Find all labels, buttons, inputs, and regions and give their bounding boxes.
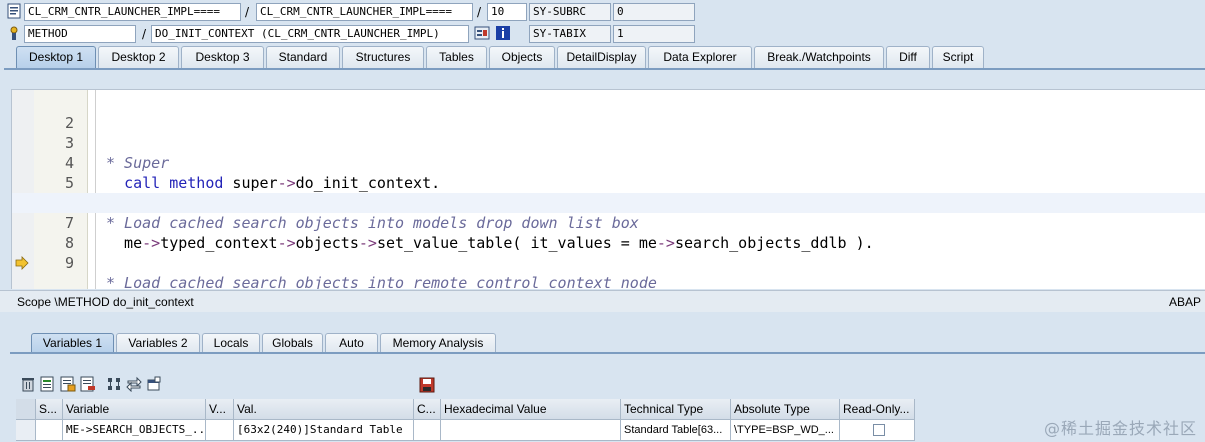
tab-desktop-1[interactable]: Desktop 1 xyxy=(16,46,96,68)
save-icon[interactable] xyxy=(419,377,435,393)
cell-variable[interactable]: ME->SEARCH_OBJECTS_... xyxy=(63,420,206,441)
code-line: 3 * Super xyxy=(12,113,1205,172)
grid-header-row: S... Variable V... Val. C... Hexadecimal… xyxy=(16,399,915,420)
tab-detail-display[interactable]: DetailDisplay xyxy=(557,46,646,68)
code-line: 9 * Load cached search objects into remo… xyxy=(12,233,1205,289)
cell-status xyxy=(36,420,63,441)
tab-variables-2[interactable]: Variables 2 xyxy=(116,333,200,353)
transfer-icon[interactable] xyxy=(126,376,142,392)
variables-tabs: Variables 1 Variables 2 Locals Globals A… xyxy=(31,333,498,353)
language-label: ABAP xyxy=(1168,295,1201,309)
code-line-cursor: 7 me->typed_context->objects->set_value_… xyxy=(12,193,1205,252)
sy-tabix-label: SY-TABIX xyxy=(529,25,611,43)
tab-globals[interactable]: Globals xyxy=(262,333,323,353)
watermark: @稀土掘金技术社区 xyxy=(1043,419,1197,438)
tab-locals[interactable]: Locals xyxy=(202,333,260,353)
cell-hexadecimal xyxy=(441,420,621,441)
tab-script[interactable]: Script xyxy=(932,46,984,68)
info-icon[interactable] xyxy=(495,25,511,41)
separator: / xyxy=(477,5,482,19)
separator: / xyxy=(142,27,147,41)
event-type-field[interactable]: METHOD xyxy=(24,25,136,43)
cell-v xyxy=(206,420,234,441)
tab-objects[interactable]: Objects xyxy=(489,46,555,68)
tab-variables-1[interactable]: Variables 1 xyxy=(31,333,114,353)
display-object-icon[interactable] xyxy=(474,25,490,41)
cell-technical-type: Standard Table[63... xyxy=(621,420,731,441)
delete-icon[interactable] xyxy=(20,376,36,392)
insert-row-icon[interactable] xyxy=(40,376,56,392)
tab-structures[interactable]: Structures xyxy=(342,46,424,68)
grid-row-selector-header[interactable] xyxy=(16,399,36,420)
sy-subrc-label: SY-SUBRC xyxy=(529,3,611,21)
new-window-icon[interactable] xyxy=(146,376,162,392)
row-selector[interactable] xyxy=(16,420,36,441)
scope-bar: Scope \METHOD do_init_context ABAP xyxy=(0,290,1205,312)
tab-memory-analysis[interactable]: Memory Analysis xyxy=(380,333,496,353)
tab-data-explorer[interactable]: Data Explorer xyxy=(648,46,752,68)
column-header-read-only[interactable]: Read-Only... xyxy=(840,399,915,420)
sy-tabix-value: 1 xyxy=(613,25,695,43)
column-header-v[interactable]: V... xyxy=(206,399,234,420)
delete-row-icon[interactable] xyxy=(80,376,96,392)
tab-divider xyxy=(4,68,1205,70)
tab-tables[interactable]: Tables xyxy=(426,46,487,68)
cell-read-only xyxy=(840,420,915,441)
code-line: 8 xyxy=(12,213,1205,252)
column-header-absolute-type[interactable]: Absolute Type xyxy=(731,399,840,420)
column-header-technical-type[interactable]: Technical Type xyxy=(621,399,731,420)
source-code-editor[interactable]: 2 3 * Super 4 call method super->do_init… xyxy=(11,89,1205,289)
sy-subrc-value: 0 xyxy=(613,3,695,21)
column-header-value[interactable]: Val. xyxy=(234,399,414,420)
event-field[interactable]: DO_INIT_CONTEXT (CL_CRM_CNTR_LAUNCHER_IM… xyxy=(151,25,469,43)
code-line: 5 xyxy=(12,153,1205,192)
line-number-field[interactable]: 10 xyxy=(487,3,527,21)
column-header-variable[interactable]: Variable xyxy=(63,399,206,420)
code-line: 4 call method super->do_init_context. xyxy=(12,133,1205,192)
tab-desktop-2[interactable]: Desktop 2 xyxy=(98,46,179,68)
method-icon xyxy=(10,26,18,40)
desktop-tabs: Desktop 1 Desktop 2 Desktop 3 Standard S… xyxy=(16,46,986,68)
column-header-change[interactable]: C... xyxy=(414,399,441,420)
current-line-arrow-icon xyxy=(15,256,29,270)
tab-divider xyxy=(10,352,1205,354)
cell-absolute-type: \TYPE=BSP_WD_... xyxy=(731,420,840,441)
copy-row-icon[interactable] xyxy=(60,376,76,392)
tab-auto[interactable]: Auto xyxy=(325,333,378,353)
program-field[interactable]: CL_CRM_CNTR_LAUNCHER_IMPL==== xyxy=(24,3,241,21)
table-row[interactable]: ME->SEARCH_OBJECTS_... [63x2(240)]Standa… xyxy=(16,420,915,441)
code-line: 11 xyxy=(12,273,1205,289)
code-line-current: 10 me->typed_context->remotecontrol->set… xyxy=(12,253,1205,273)
column-header-hexadecimal[interactable]: Hexadecimal Value xyxy=(441,399,621,420)
tab-standard[interactable]: Standard xyxy=(266,46,340,68)
code-line: 2 xyxy=(12,93,1205,132)
include-field[interactable]: CL_CRM_CNTR_LAUNCHER_IMPL==== xyxy=(256,3,473,21)
tab-desktop-3[interactable]: Desktop 3 xyxy=(181,46,264,68)
cell-value[interactable]: [63x2(240)]Standard Table xyxy=(234,420,414,441)
program-icon xyxy=(7,3,21,19)
cell-change xyxy=(414,420,441,441)
hierarchy-icon[interactable] xyxy=(106,376,122,392)
scope-text: Scope \METHOD do_init_context xyxy=(17,295,194,309)
column-header-status[interactable]: S... xyxy=(36,399,63,420)
tab-diff[interactable]: Diff xyxy=(886,46,930,68)
separator: / xyxy=(245,5,250,19)
tab-breakpoints-watchpoints[interactable]: Break./Watchpoints xyxy=(754,46,884,68)
read-only-checkbox[interactable] xyxy=(873,424,885,436)
variables-toolbar xyxy=(20,376,166,394)
code-line: 6 * Load cached search objects into mode… xyxy=(12,173,1205,232)
